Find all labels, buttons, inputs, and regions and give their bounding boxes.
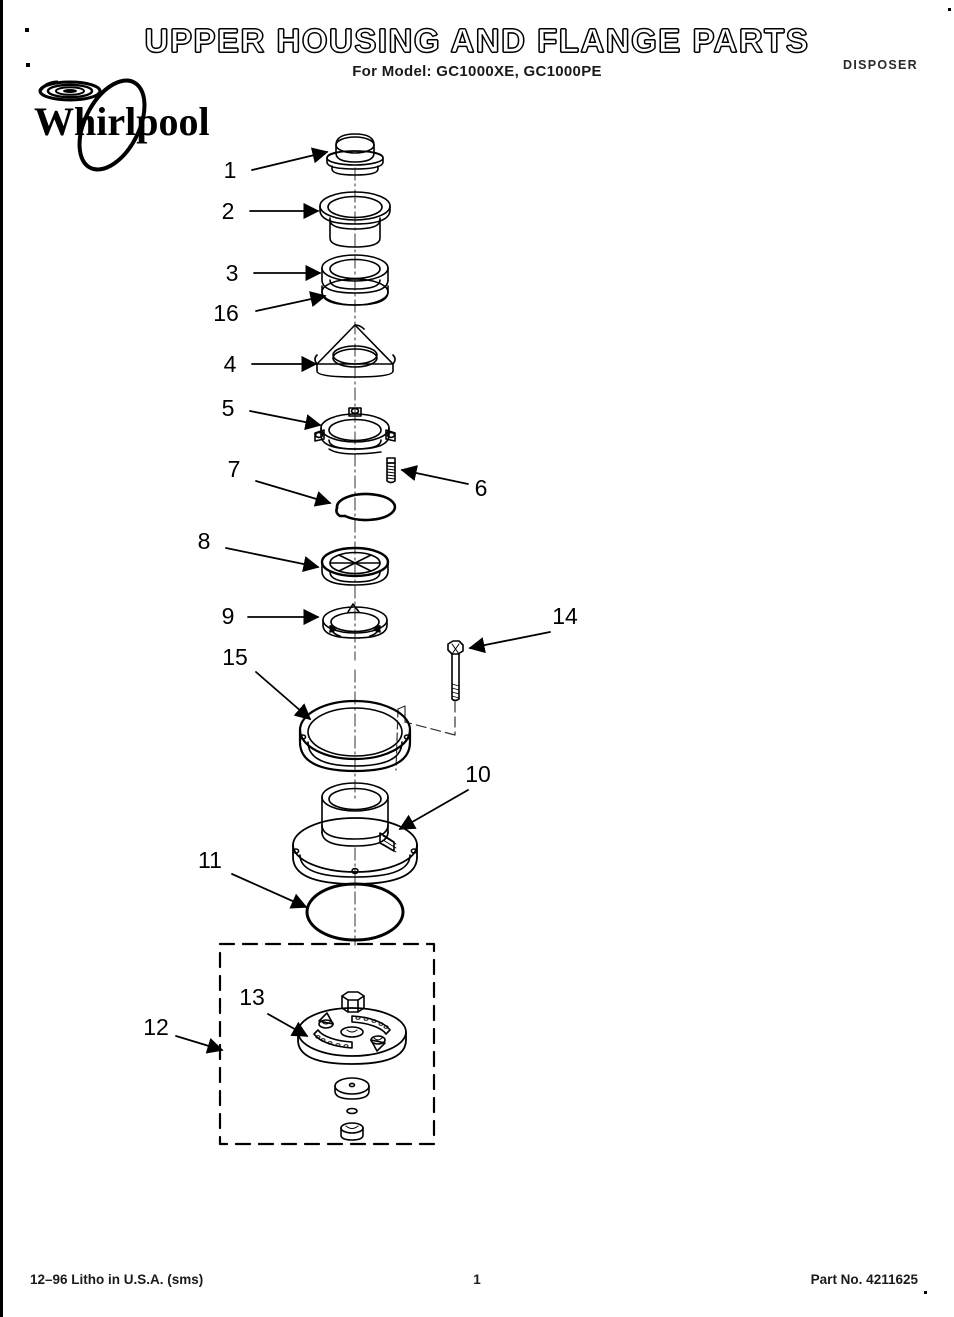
callout-number-16: 16 [213,300,239,326]
callout-number-10: 10 [465,761,491,787]
leader-12 [175,1035,224,1054]
leader-1 [251,147,329,171]
impeller-lug [370,1035,386,1052]
parts-diagram-page: UPPER HOUSING AND FLANGE PARTS For Model… [0,0,954,1317]
callout-number-12: 12 [143,1014,169,1040]
shredder-washer [334,1077,370,1100]
leader-8 [225,547,320,572]
part-1-sink-stopper [326,133,384,176]
callout-number-6: 6 [475,475,488,501]
part-6-mounting-screw [386,457,396,484]
impeller-lug [318,1012,334,1029]
callout-number-11: 11 [198,847,222,873]
callout-number-15: 15 [222,644,248,670]
part-14-mounting-bolt [447,640,464,702]
callout-leaders [175,147,551,1054]
callout-number-5: 5 [222,395,235,421]
leader-16 [255,291,327,312]
shredder-assembly-box [218,942,436,1146]
callout-number-14: 14 [552,603,578,629]
callout-number-3: 3 [226,260,239,286]
leader-7 [255,480,332,507]
callout-number-13: 13 [239,984,265,1010]
callout-number-9: 9 [222,603,235,629]
part-7-snap-ring [335,492,397,522]
callout-number-2: 2 [222,198,235,224]
leader-6 [400,465,469,485]
leader-5 [249,410,322,431]
small-retainer-ring [346,1107,358,1115]
leader-11 [231,873,308,909]
leader-15 [255,671,312,721]
part-13-shredder-assembly [297,991,407,1141]
exploded-parts-diagram: 1 2 3 16 4 5 6 7 8 9 14 15 10 11 12 13 [0,0,954,1250]
leader-14 [468,631,551,654]
callout-number-1: 1 [224,157,237,183]
page-footer: 12–96 Litho in U.S.A. (sms) 1 Part No. 4… [0,1272,954,1296]
leader-10 [398,789,469,830]
shredder-plate [297,1007,407,1065]
part-number: Part No. 4211625 [810,1272,918,1287]
callout-number-7: 7 [228,456,241,482]
callout-number-4: 4 [224,351,237,377]
callout-number-8: 8 [198,528,211,554]
shredder-nut [340,1122,364,1141]
